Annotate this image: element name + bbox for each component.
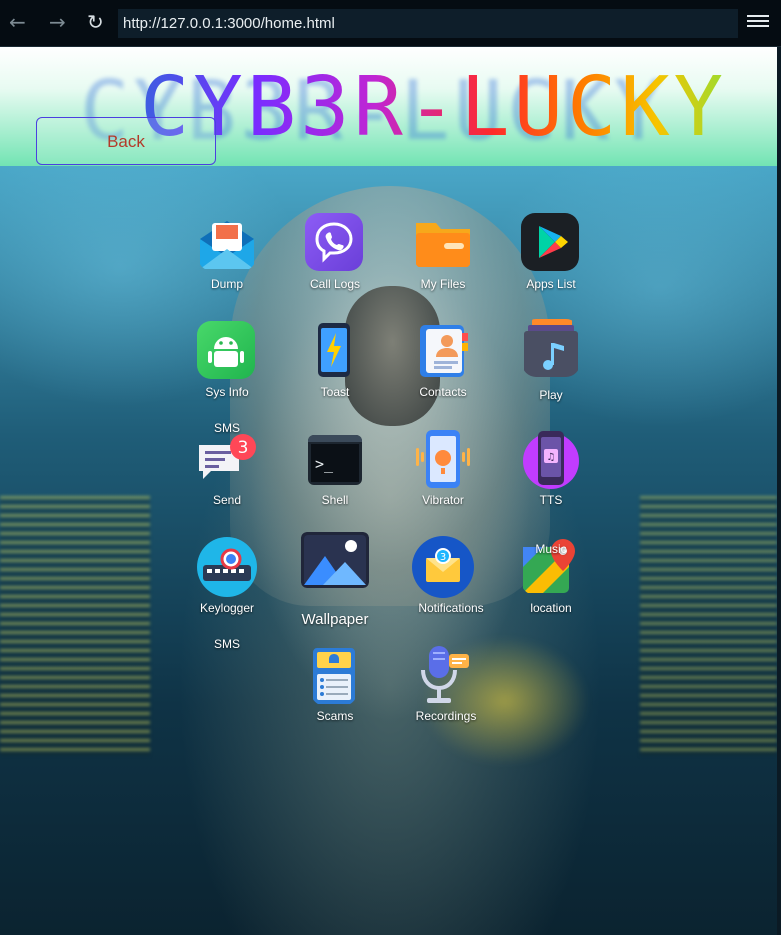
app-label: location [530,601,572,615]
terminal-icon: >_ [308,435,362,485]
background-image [0,166,777,935]
app-label: Vibrator [422,493,464,507]
play-store-icon [521,213,579,271]
header-banner: CYB3R-LUCKY CYB3R-LUCKY Back [0,47,777,166]
app-label: Dump [210,277,244,291]
app-label: Recordings [415,709,477,723]
app-label: Sys Info [205,385,249,399]
app-label: My Files [420,277,466,291]
app-label: Play [539,388,563,402]
sms-label: SMS [213,637,241,651]
app-label: Keylogger [199,601,255,615]
music-album-icon [522,319,580,377]
svg-text:>_: >_ [315,455,334,473]
notification-badge: 3 [440,552,446,563]
mail-notification-icon: 3 [412,536,474,598]
folder-icon [414,213,472,271]
music-player-icon: ♫ [521,429,581,489]
app-label: Shell [321,493,349,507]
contacts-book-icon [414,321,472,379]
reload-icon[interactable]: ↻ [87,10,104,34]
arrow-right-icon[interactable]: → [49,10,66,34]
app-label: Send [212,493,242,507]
app-label: Wallpaper [301,611,369,628]
music-label: Music [535,542,567,556]
url-bar[interactable]: http://127.0.0.1:3000/home.html [118,9,738,38]
svg-text:♫: ♫ [547,452,556,463]
monitor-right [640,496,777,756]
app-label: Notifications [418,601,484,615]
hamburger-menu-icon[interactable] [747,12,769,32]
browser-toolbar: ← → ↻ http://127.0.0.1:3000/home.html [0,0,781,47]
keyboard-search-icon [197,537,257,597]
app-label: Scams [316,709,354,723]
sms-message-icon: 3 [197,431,256,489]
android-robot-icon [197,321,255,379]
viber-phone-icon [305,213,363,271]
phone-flash-icon [305,321,363,379]
monitor-left [0,496,150,756]
image-landscape-icon [301,532,369,588]
app-label: Apps List [526,277,576,291]
logo-text: CYB3R-LUCKY [140,53,727,163]
arrow-left-icon[interactable]: ← [9,10,26,34]
notification-badge: 3 [238,438,249,458]
app-label: Toast [320,385,350,399]
app-label: TTS [539,493,563,507]
app-label: Contacts [419,385,467,399]
vibrating-phone-icon [412,428,474,490]
microphone-icon [415,644,471,706]
app-label: Call Logs [309,277,361,291]
back-button[interactable]: Back [36,117,216,165]
email-envelope-icon [198,213,256,271]
notification-list-icon [311,644,357,706]
